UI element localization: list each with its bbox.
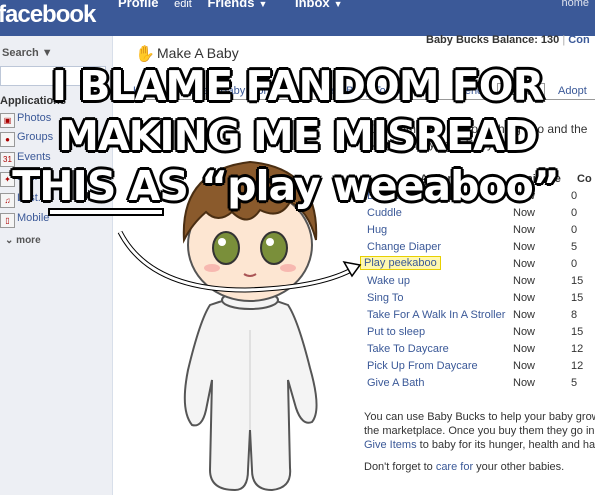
meme-underline xyxy=(50,210,162,214)
meme-line-3-a: THIS AS xyxy=(12,162,202,210)
meme-line-1: I BLAME FANDOM FOR xyxy=(51,62,544,110)
meme-line-2: MAKING ME MISREAD xyxy=(58,112,538,160)
meme-line-3: THIS AS “play weeaboo” xyxy=(0,162,583,210)
meme-quote: “play weeaboo” xyxy=(201,162,560,210)
